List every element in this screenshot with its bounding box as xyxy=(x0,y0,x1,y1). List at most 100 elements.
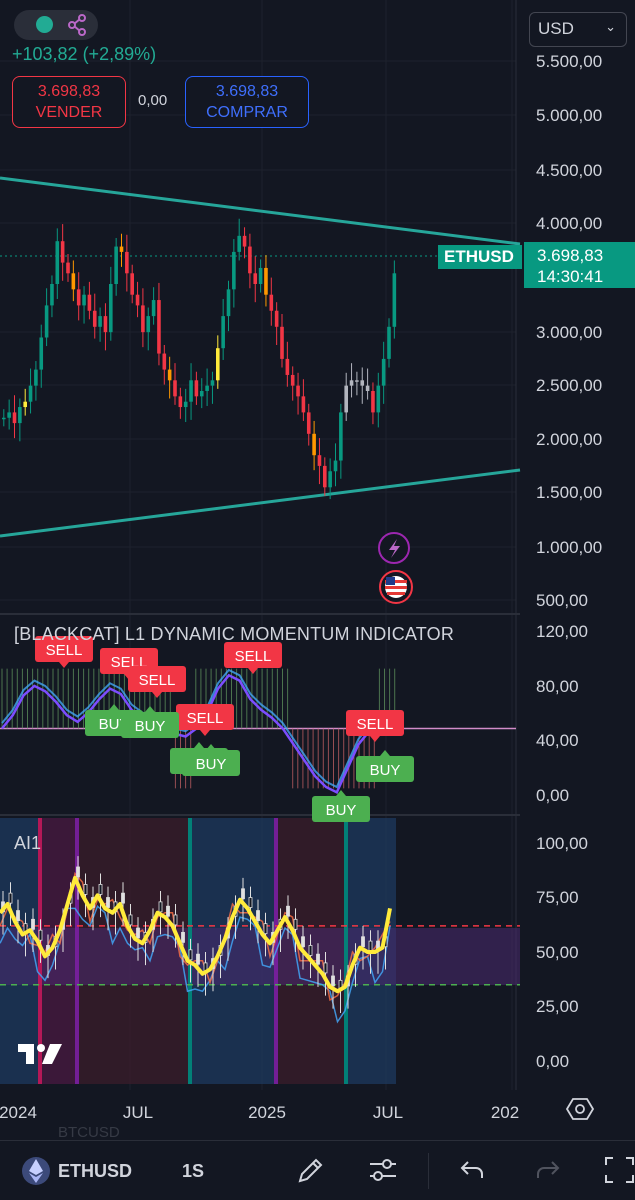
ai-candle xyxy=(38,929,43,941)
candle xyxy=(221,316,225,349)
ai-candle xyxy=(256,910,260,921)
candle xyxy=(194,380,199,397)
candle xyxy=(269,294,274,311)
ai-candle xyxy=(293,918,298,930)
candle xyxy=(301,396,306,413)
ai-candle xyxy=(308,945,313,956)
flash-icon[interactable] xyxy=(378,532,410,564)
price-axis-label: 1.500,00 xyxy=(536,483,602,502)
candle xyxy=(189,380,193,402)
price-axis-label: 2.500,00 xyxy=(536,376,602,395)
ai-candle xyxy=(128,914,133,926)
buy-price: 3.698,83 xyxy=(215,83,279,100)
undo-icon[interactable] xyxy=(458,1157,486,1183)
candle xyxy=(376,385,381,413)
ai-zone-marker xyxy=(344,818,348,1084)
ai-candle xyxy=(248,897,253,908)
buy-signal[interactable]: BUY xyxy=(356,750,414,782)
sell-button[interactable]: 3.698,83 VENDER xyxy=(12,76,126,128)
chart-canvas[interactable]: SELLSELLSELLSELLSELLSELLBUYBUYBUYBUYBUYB… xyxy=(0,0,635,1200)
lower-trendline[interactable] xyxy=(0,468,521,538)
price-axis-label: 4.000,00 xyxy=(536,214,602,233)
candle xyxy=(87,294,92,311)
candle xyxy=(333,460,338,472)
candle xyxy=(71,273,76,290)
toolbar-timeframe[interactable]: 1S xyxy=(182,1161,204,1182)
sell-signal[interactable]: SELL xyxy=(128,666,186,698)
toolbar-divider xyxy=(428,1153,429,1189)
indicator-title[interactable]: [BLACKCAT] L1 DYNAMIC MOMENTUM INDICATOR xyxy=(14,624,454,645)
candle xyxy=(18,407,22,424)
symbol-price-tag: ETHUSD xyxy=(438,245,522,269)
candle xyxy=(50,284,54,306)
fullscreen-icon[interactable] xyxy=(604,1155,635,1185)
candle xyxy=(248,246,252,274)
buy-button[interactable]: 3.698,83 COMPRAR xyxy=(185,76,309,128)
signal-pointer xyxy=(145,706,155,712)
ai-candle xyxy=(188,949,193,961)
sell-signal[interactable]: SELL xyxy=(224,642,282,674)
draw-icon[interactable] xyxy=(296,1155,326,1185)
last-price-label: 3.698,83 14:30:41 xyxy=(524,242,635,288)
ai-candle xyxy=(196,953,200,965)
buy-signal-label: BUY xyxy=(370,762,401,779)
candle xyxy=(135,294,140,306)
indicators-icon[interactable] xyxy=(367,1155,399,1185)
indicator-axis-label: 0,00 xyxy=(536,786,569,805)
candle xyxy=(146,316,151,333)
redo-icon[interactable] xyxy=(534,1157,562,1183)
currency-select[interactable]: USD ⌄ xyxy=(529,12,627,47)
candle xyxy=(328,471,332,488)
candle xyxy=(360,380,365,386)
signal-pointer xyxy=(109,704,119,710)
candle xyxy=(312,433,316,456)
candle xyxy=(290,374,295,386)
tradingview-logo xyxy=(18,1044,62,1064)
signal-pointer xyxy=(370,736,380,742)
candle xyxy=(258,267,263,284)
eth-icon xyxy=(22,1157,50,1185)
candle xyxy=(349,380,354,386)
us-flag-icon[interactable] xyxy=(379,570,413,604)
time-axis-label: 2025 xyxy=(248,1103,286,1122)
time-axis-label: JUL xyxy=(373,1103,403,1122)
candle xyxy=(339,412,343,461)
upper-trendline[interactable] xyxy=(0,176,521,246)
ai-indicator-title[interactable]: AI1 xyxy=(14,833,41,854)
buy-signal-label: BUY xyxy=(326,802,357,819)
candle xyxy=(344,385,348,413)
ai-axis-label: 0,00 xyxy=(536,1052,569,1071)
buy-label: COMPRAR xyxy=(206,104,288,121)
candle xyxy=(82,294,86,306)
ai-candle xyxy=(121,892,125,904)
sell-signal-label: SELL xyxy=(139,672,176,689)
price-axis-label: 4.500,00 xyxy=(536,161,602,180)
candle xyxy=(162,353,167,370)
candle xyxy=(285,358,290,375)
candle xyxy=(66,262,70,274)
candle xyxy=(317,455,322,466)
toolbar-symbol[interactable]: ETHUSD xyxy=(58,1161,132,1182)
indicator-axis-label: 80,00 xyxy=(536,677,579,696)
ai-candle xyxy=(158,901,163,913)
signal-pointer xyxy=(380,750,390,756)
market-status-dot xyxy=(36,16,53,33)
candle xyxy=(98,316,102,327)
ai-candle xyxy=(136,927,140,939)
time-axis-label: 2024 xyxy=(0,1103,37,1122)
settings-icon[interactable] xyxy=(566,1096,594,1122)
candle xyxy=(60,241,65,263)
share-icon[interactable] xyxy=(66,14,88,36)
candle xyxy=(178,396,183,408)
candle xyxy=(183,401,188,408)
sell-signal[interactable]: SELL xyxy=(346,710,404,742)
ai-candle xyxy=(106,897,110,908)
bottom-toolbar: ETHUSD 1S xyxy=(0,1140,635,1200)
indicator-axis-label: 40,00 xyxy=(536,731,579,750)
ai-candle xyxy=(8,892,13,904)
ai-candle xyxy=(173,914,178,926)
candle xyxy=(151,300,156,317)
buy-signal[interactable]: BUY xyxy=(312,790,370,822)
candle xyxy=(296,385,300,397)
candle xyxy=(109,284,113,333)
